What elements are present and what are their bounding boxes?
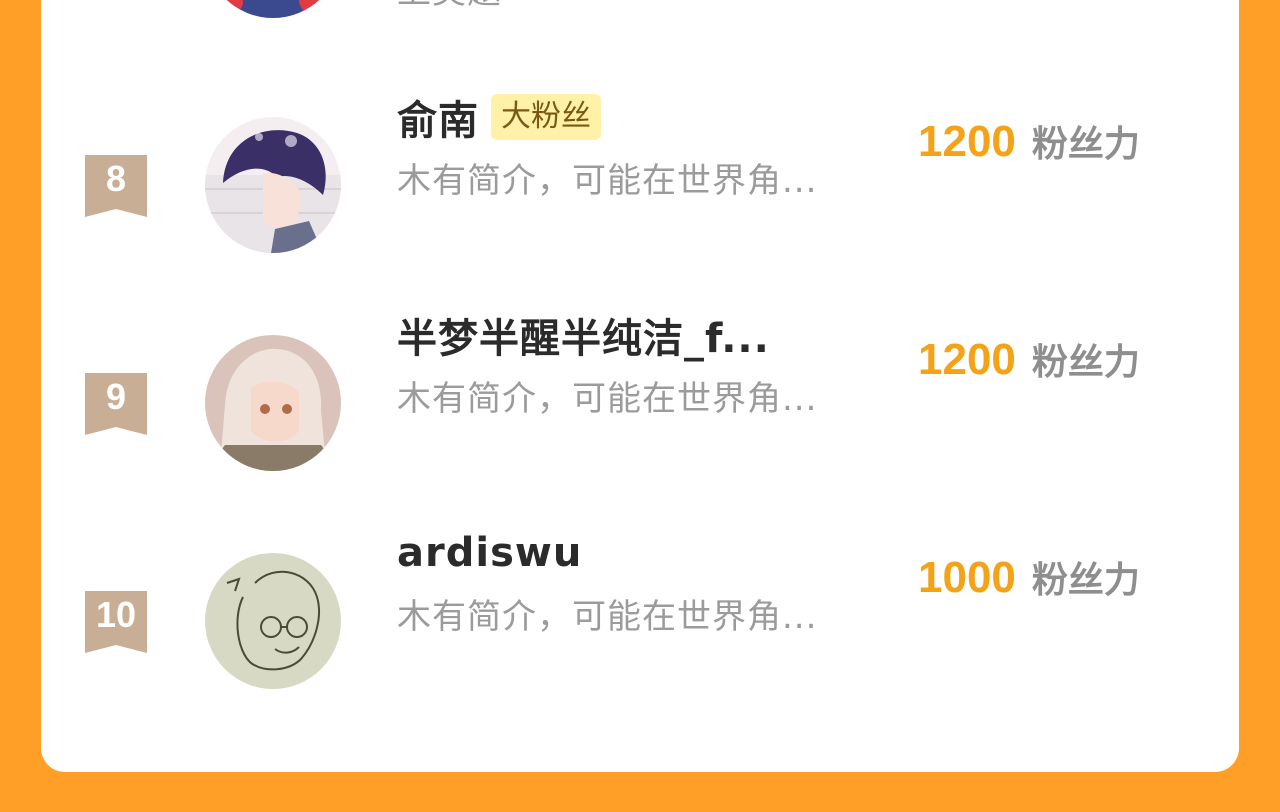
list-item[interactable]: 10 ardiswu 木有简介，可能在世界角... 1000 粉丝力 bbox=[41, 530, 1239, 691]
score-value: 1200 bbox=[918, 335, 1016, 384]
user-name[interactable]: ardiswu bbox=[397, 530, 582, 576]
profile-description: 上美题 bbox=[397, 0, 502, 13]
avatar[interactable] bbox=[205, 335, 341, 471]
name-line: 俞南 大粉丝 bbox=[397, 90, 601, 144]
fan-score: 1200 粉丝力 bbox=[918, 115, 1140, 175]
anime-girl-avatar-icon bbox=[205, 335, 341, 471]
avatar bbox=[205, 0, 341, 18]
rank-ribbon: 9 bbox=[85, 373, 147, 437]
user-name[interactable]: 俞南 bbox=[397, 88, 479, 146]
rank-ribbon: 8 bbox=[85, 155, 147, 219]
score-value: 1000 bbox=[918, 553, 1016, 602]
score-unit: 粉丝力 bbox=[1031, 342, 1140, 383]
fan-score: 1200 粉丝力 bbox=[918, 333, 1140, 393]
fan-score: 1000 粉丝力 bbox=[918, 551, 1140, 611]
anime-boy-avatar-icon bbox=[205, 117, 341, 253]
rank-number: 10 bbox=[95, 594, 137, 635]
profile-description: 木有简介，可能在世界角... bbox=[397, 379, 818, 419]
score-value: 1200 bbox=[918, 117, 1016, 166]
rank-number: 8 bbox=[105, 158, 127, 199]
score-unit: 粉丝力 bbox=[1031, 560, 1140, 601]
list-item[interactable]: 9 半梦半醒半纯洁_f... 木有简介，可能在世界角... 1200 粉丝力 bbox=[41, 316, 1239, 473]
list-item[interactable]: 8 俞南 大粉丝 木有简介，可能在世界角... 1200 粉丝力 bbox=[41, 94, 1239, 255]
leaderboard-card: 上美题 8 俞南 大粉丝 木有简介，可能 bbox=[41, 0, 1239, 772]
rank-ribbon: 10 bbox=[85, 591, 147, 655]
name-line: 半梦半醒半纯洁_f... bbox=[397, 308, 770, 362]
avatar[interactable] bbox=[205, 553, 341, 689]
fan-badge: 大粉丝 bbox=[491, 94, 601, 140]
name-line: ardiswu bbox=[397, 526, 582, 580]
score-unit: 粉丝力 bbox=[1031, 124, 1140, 165]
rank-number: 9 bbox=[105, 376, 127, 417]
list-item[interactable]: 上美题 bbox=[41, 0, 1239, 20]
profile-description: 木有简介，可能在世界角... bbox=[397, 597, 818, 637]
sketch-avatar-icon bbox=[205, 553, 341, 689]
profile-description: 木有简介，可能在世界角... bbox=[397, 161, 818, 201]
user-name[interactable]: 半梦半醒半纯洁_f... bbox=[397, 306, 770, 364]
avatar[interactable] bbox=[205, 117, 341, 253]
